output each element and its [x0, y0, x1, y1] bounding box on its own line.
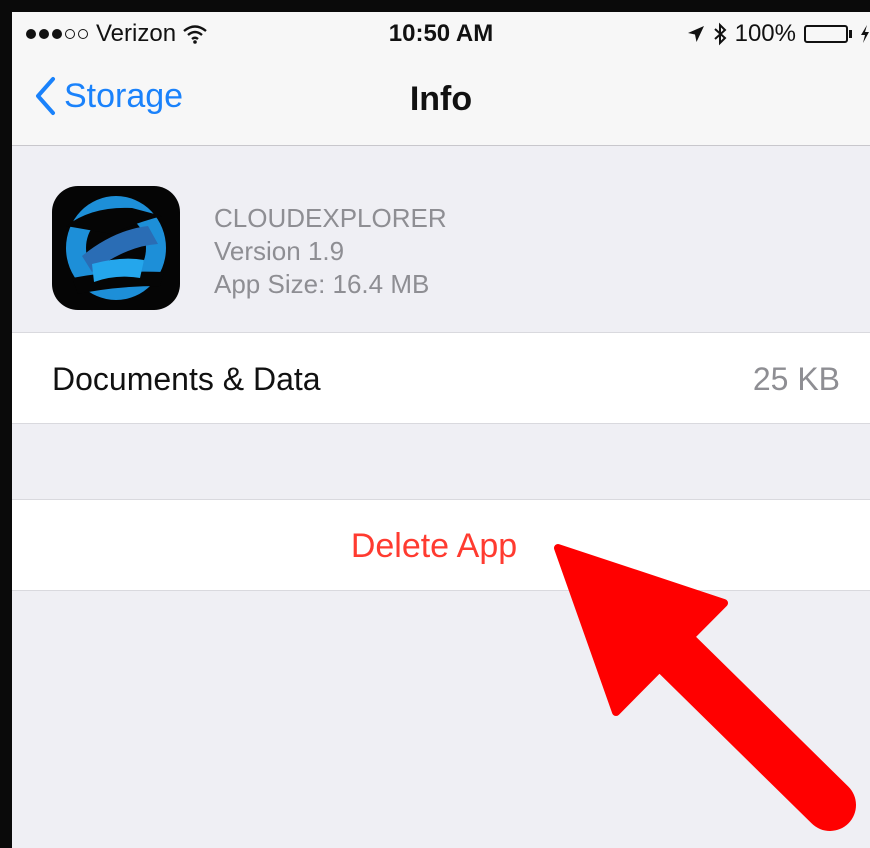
delete-app-label: Delete App [350, 527, 518, 565]
location-arrow-icon [687, 26, 704, 42]
charging-bolt-icon [861, 25, 869, 43]
bluetooth-icon [713, 22, 727, 46]
documents-data-label: Documents & Data [52, 361, 321, 397]
app-meta: CLOUDEXPLORER Version 1.9 App Size: 16.4… [214, 202, 447, 301]
battery-icon [804, 25, 852, 43]
delete-app-button[interactable]: Delete App [12, 499, 870, 591]
app-size: App Size: 16.4 MB [214, 269, 430, 299]
status-bar: Verizon 10:50 AM 100% [12, 12, 870, 54]
battery-body [804, 25, 848, 43]
documents-data-value: 25 KB [752, 361, 840, 397]
page-title: Info [409, 80, 473, 118]
app-name: CLOUDEXPLORER [214, 203, 447, 233]
cloudexplorer-app-icon [52, 186, 180, 310]
app-version: Version 1.9 [214, 236, 345, 266]
battery-tip [849, 30, 852, 38]
battery-percent: 100% [734, 20, 796, 47]
status-right: 100% [687, 20, 870, 48]
navigation-bar: Storage Info [12, 54, 870, 146]
documents-data-row: Documents & Data 25 KB [12, 332, 870, 424]
app-info-section: CLOUDEXPLORER Version 1.9 App Size: 16.4… [12, 146, 870, 332]
